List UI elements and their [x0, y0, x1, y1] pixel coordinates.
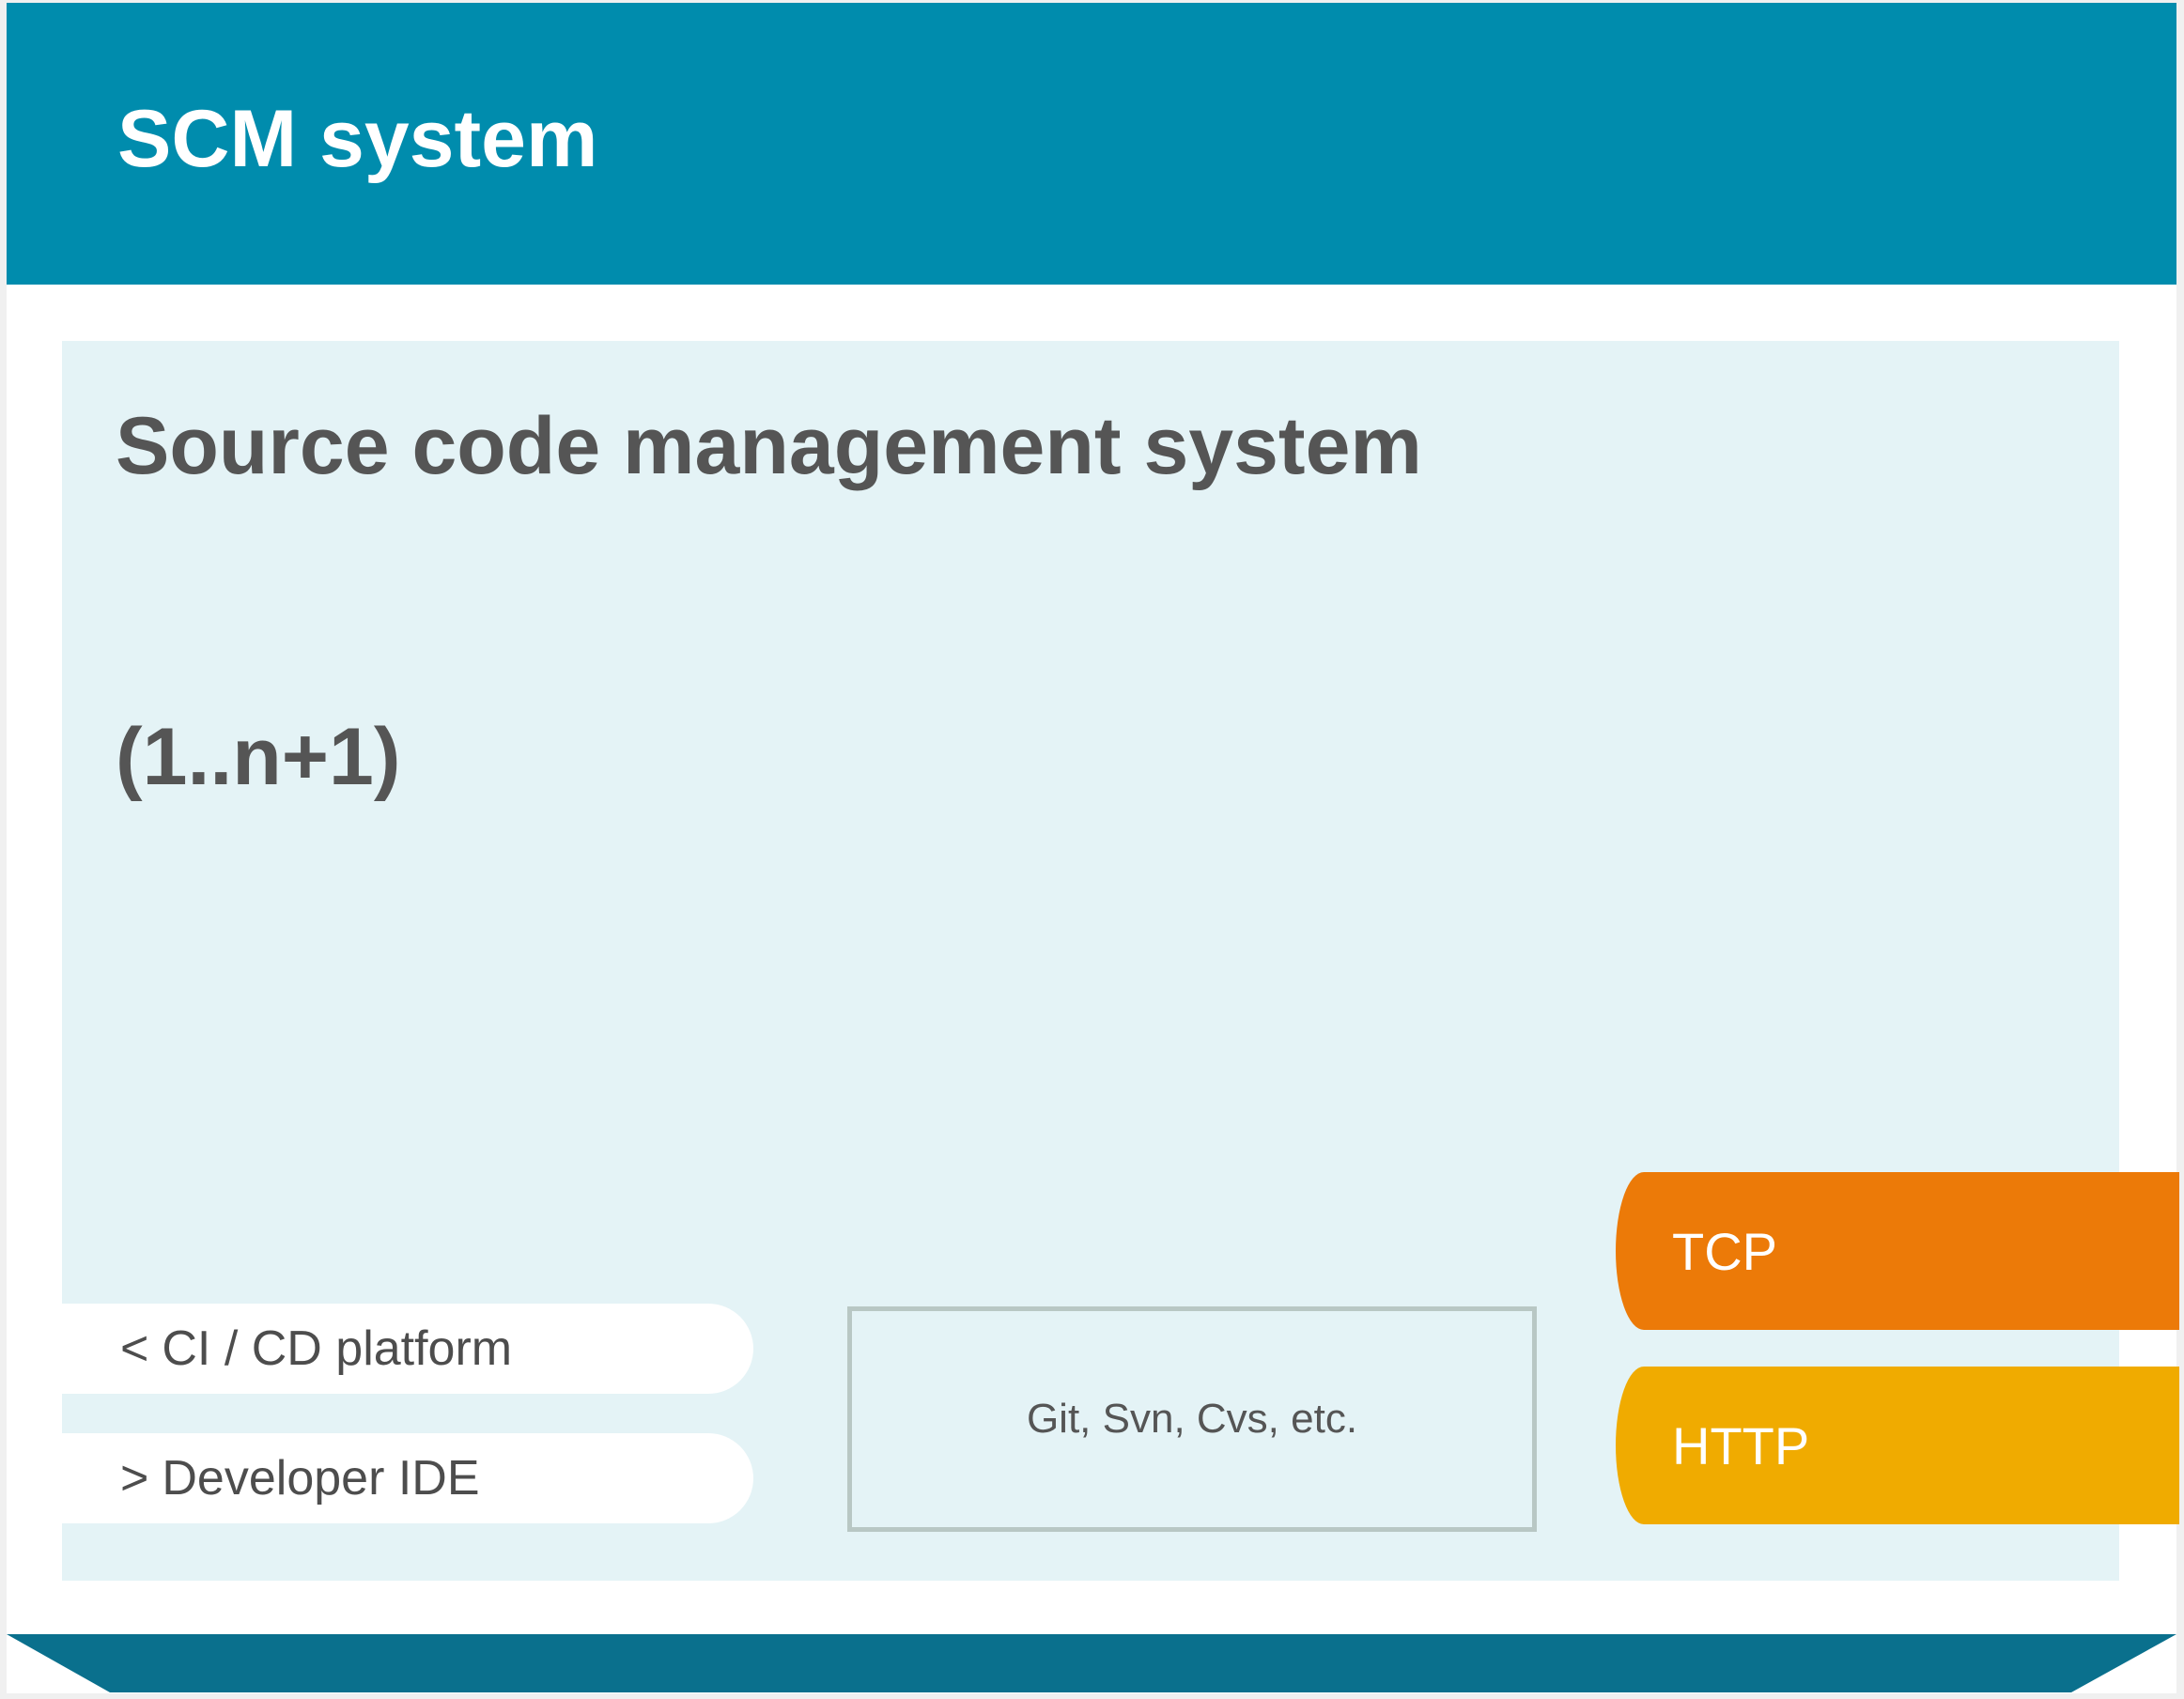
inbound-arrow-icon: < — [120, 1321, 149, 1376]
outbound-arrow-icon: > — [120, 1451, 149, 1506]
connection-ci-cd-platform: < CI / CD platform — [62, 1304, 753, 1394]
connection-label: CI / CD platform — [162, 1321, 513, 1376]
technologies-label: Git, Svn, Cvs, etc. — [1026, 1396, 1358, 1442]
protocol-label: HTTP — [1672, 1415, 1810, 1475]
protocol-tab-tcp: TCP — [1616, 1172, 2179, 1330]
connection-label: Developer IDE — [162, 1451, 480, 1506]
connection-developer-ide: > Developer IDE — [62, 1433, 753, 1523]
header-title: SCM system — [117, 94, 598, 184]
protocol-label: TCP — [1672, 1221, 1777, 1281]
panel-title: Source code management system — [116, 401, 1422, 491]
protocol-tab-http: HTTP — [1616, 1367, 2179, 1524]
footer-shape — [7, 1634, 2176, 1692]
multiplicity-label: (1..n+1) — [116, 712, 401, 802]
technologies-box: Git, Svn, Cvs, etc. — [847, 1306, 1537, 1532]
footer-banner — [7, 1634, 2176, 1692]
